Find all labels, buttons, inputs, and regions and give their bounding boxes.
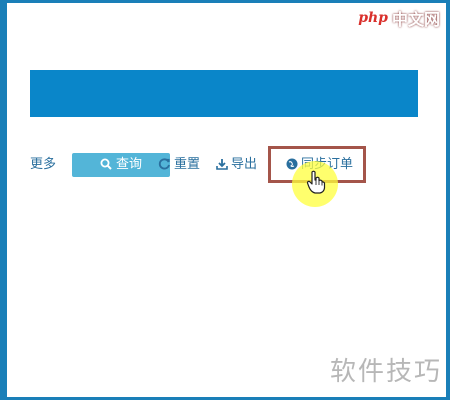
php-logo-text: 中文网 — [391, 10, 440, 29]
refresh-icon — [158, 158, 170, 170]
watermark-text: 软件技巧 — [329, 357, 442, 387]
header-bar — [30, 70, 418, 117]
search-icon — [100, 158, 112, 170]
window-frame — [0, 0, 450, 400]
hand-cursor-icon — [306, 170, 326, 198]
export-button-label: 导出 — [231, 157, 258, 172]
download-icon — [216, 159, 228, 170]
reset-button[interactable]: 重置 — [158, 152, 200, 178]
php-logo-mark: php — [356, 10, 390, 26]
php-cn-logo: php 中文网 — [356, 6, 440, 30]
query-button-label: 查询 — [115, 157, 142, 172]
query-button[interactable]: 查询 — [72, 153, 170, 177]
export-button[interactable]: 导出 — [216, 152, 257, 178]
reset-button-label: 重置 — [174, 157, 201, 172]
more-link[interactable]: 更多 — [30, 152, 56, 178]
